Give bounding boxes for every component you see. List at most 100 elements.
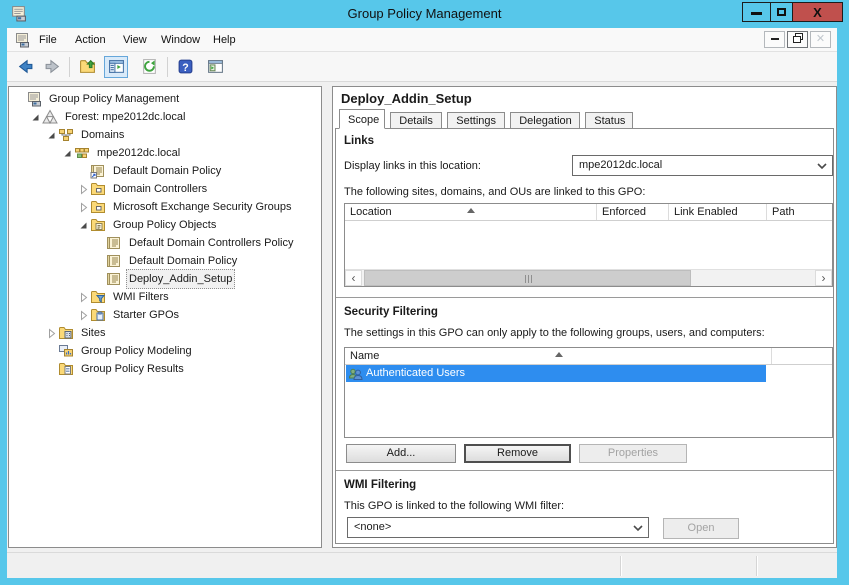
toolbar-separator bbox=[69, 57, 70, 77]
child-minimize-button[interactable] bbox=[764, 31, 785, 48]
tree-item-label: Default Domain Policy bbox=[126, 252, 240, 270]
tree-item-group-policy-objects[interactable]: Group Policy Objects bbox=[9, 216, 321, 234]
security-filtering-list: Name Authenticated Users bbox=[344, 347, 833, 438]
tree-item-default-domain-policy-link[interactable]: Default Domain Policy bbox=[9, 162, 321, 180]
tree-item-starter-gpos[interactable]: Starter GPOs bbox=[9, 306, 321, 324]
links-caption: The following sites, domains, and OUs ar… bbox=[344, 186, 645, 198]
list-item-label: Authenticated Users bbox=[366, 365, 465, 382]
tab-strip: Scope Details Settings Delegation Status bbox=[339, 109, 635, 130]
expander-collapsed-icon[interactable] bbox=[77, 201, 90, 214]
column-header-path[interactable]: Path bbox=[767, 204, 832, 220]
back-icon bbox=[17, 58, 34, 75]
tree-item-label: Group Policy Modeling bbox=[78, 342, 195, 360]
tab-status[interactable]: Status bbox=[585, 112, 633, 129]
tree-item-group-policy-modeling[interactable]: Group Policy Modeling bbox=[9, 342, 321, 360]
expander-collapsed-icon[interactable] bbox=[77, 291, 90, 304]
new-window-button[interactable] bbox=[203, 56, 227, 78]
minimize-button[interactable] bbox=[742, 2, 771, 22]
up-one-level-button[interactable] bbox=[75, 56, 99, 78]
expander-collapsed-icon[interactable] bbox=[77, 309, 90, 322]
expander-expanded-icon[interactable] bbox=[45, 129, 58, 142]
tab-details[interactable]: Details bbox=[390, 112, 442, 129]
menu-action[interactable]: Action bbox=[69, 32, 112, 48]
menu-window[interactable]: Window bbox=[155, 32, 206, 48]
forward-button[interactable] bbox=[40, 56, 64, 78]
section-divider bbox=[336, 470, 833, 472]
maximize-button[interactable] bbox=[770, 2, 793, 22]
tab-scope[interactable]: Scope bbox=[339, 109, 385, 129]
tree-item-sites[interactable]: Sites bbox=[9, 324, 321, 342]
expander-collapsed-icon[interactable] bbox=[77, 183, 90, 196]
tree-item-label: mpe2012dc.local bbox=[94, 144, 183, 162]
expander-expanded-icon[interactable] bbox=[29, 111, 42, 124]
column-header-empty bbox=[772, 348, 832, 364]
refresh-icon bbox=[141, 58, 158, 75]
chevron-down-icon bbox=[817, 163, 827, 170]
tree-item-exchange-security-groups[interactable]: Microsoft Exchange Security Groups bbox=[9, 198, 321, 216]
gpo-link-icon bbox=[90, 163, 106, 179]
links-table-hscrollbar[interactable]: ‹ › bbox=[345, 269, 832, 286]
show-console-tree-button[interactable] bbox=[104, 56, 128, 78]
location-combobox[interactable]: mpe2012dc.local bbox=[572, 155, 833, 176]
tree-item-label-selected: Deploy_Addin_Setup bbox=[126, 269, 235, 289]
display-links-label: Display links in this location: bbox=[344, 160, 481, 172]
tree-item-wmi-filters[interactable]: WMI Filters bbox=[9, 288, 321, 306]
menu-bar: File Action View Window Help ✕ bbox=[7, 28, 837, 52]
tree-item-label: Sites bbox=[78, 324, 108, 342]
console-root-icon bbox=[26, 91, 42, 107]
tree-item-domain-controllers[interactable]: Domain Controllers bbox=[9, 180, 321, 198]
scrollbar-thumb[interactable] bbox=[364, 270, 691, 286]
list-item-authenticated-users[interactable]: Authenticated Users bbox=[346, 365, 766, 382]
links-table-header: Location Enforced Link Enabled Path bbox=[345, 204, 832, 221]
menu-help[interactable]: Help bbox=[207, 32, 242, 48]
tree-item-label: WMI Filters bbox=[110, 288, 172, 306]
column-header-enforced[interactable]: Enforced bbox=[597, 204, 669, 220]
refresh-button[interactable] bbox=[137, 56, 161, 78]
gpo-folder-icon bbox=[90, 217, 106, 233]
menu-view[interactable]: View bbox=[117, 32, 153, 48]
expander-expanded-icon[interactable] bbox=[61, 147, 74, 160]
tree-item-group-policy-results[interactable]: Group Policy Results bbox=[9, 360, 321, 378]
wmi-folder-icon bbox=[90, 289, 106, 305]
column-header-link-enabled[interactable]: Link Enabled bbox=[669, 204, 767, 220]
back-button[interactable] bbox=[13, 56, 37, 78]
scroll-left-arrow[interactable]: ‹ bbox=[345, 270, 362, 286]
tree-item-label: Starter GPOs bbox=[110, 306, 182, 324]
tree-item-default-domain-controllers-policy[interactable]: Default Domain Controllers Policy bbox=[9, 234, 321, 252]
domain-icon bbox=[74, 145, 90, 161]
modeling-icon bbox=[58, 343, 74, 359]
tree-item-domains[interactable]: Domains bbox=[9, 126, 321, 144]
tab-delegation[interactable]: Delegation bbox=[510, 112, 580, 129]
security-list-header: Name bbox=[345, 348, 832, 365]
users-icon bbox=[348, 366, 364, 382]
status-separator bbox=[756, 556, 757, 576]
sort-ascending-icon bbox=[555, 352, 563, 357]
tab-settings[interactable]: Settings bbox=[447, 112, 505, 129]
show-console-tree-icon bbox=[108, 58, 125, 75]
scroll-right-arrow[interactable]: › bbox=[815, 270, 832, 286]
tree-item-root[interactable]: Group Policy Management bbox=[9, 90, 321, 108]
sites-folder-icon bbox=[58, 325, 74, 341]
add-button[interactable]: Add... bbox=[346, 444, 456, 463]
open-button[interactable]: Open bbox=[663, 518, 739, 539]
tree-item-domain[interactable]: mpe2012dc.local bbox=[9, 144, 321, 162]
remove-button[interactable]: Remove bbox=[464, 444, 571, 463]
tree-item-default-domain-policy[interactable]: Default Domain Policy bbox=[9, 252, 321, 270]
tree-item-deploy-addin-setup[interactable]: Deploy_Addin_Setup bbox=[9, 270, 321, 288]
wmi-filter-combobox[interactable]: <none> bbox=[347, 517, 649, 538]
results-folder-icon bbox=[58, 361, 74, 377]
properties-button[interactable]: Properties bbox=[579, 444, 687, 463]
expander-expanded-icon[interactable] bbox=[77, 219, 90, 232]
close-button[interactable]: X bbox=[792, 2, 843, 22]
help-button[interactable] bbox=[173, 56, 197, 78]
child-restore-button[interactable] bbox=[787, 31, 808, 48]
minimize-icon bbox=[751, 12, 762, 15]
menu-file[interactable]: File bbox=[33, 32, 63, 48]
child-close-button[interactable]: ✕ bbox=[810, 31, 831, 48]
console-icon bbox=[14, 32, 30, 48]
forward-icon bbox=[44, 58, 61, 75]
wmi-filtering-caption: This GPO is linked to the following WMI … bbox=[344, 500, 564, 512]
expander-collapsed-icon[interactable] bbox=[45, 327, 58, 340]
toolbar bbox=[7, 52, 837, 82]
tree-item-forest[interactable]: Forest: mpe2012dc.local bbox=[9, 108, 321, 126]
